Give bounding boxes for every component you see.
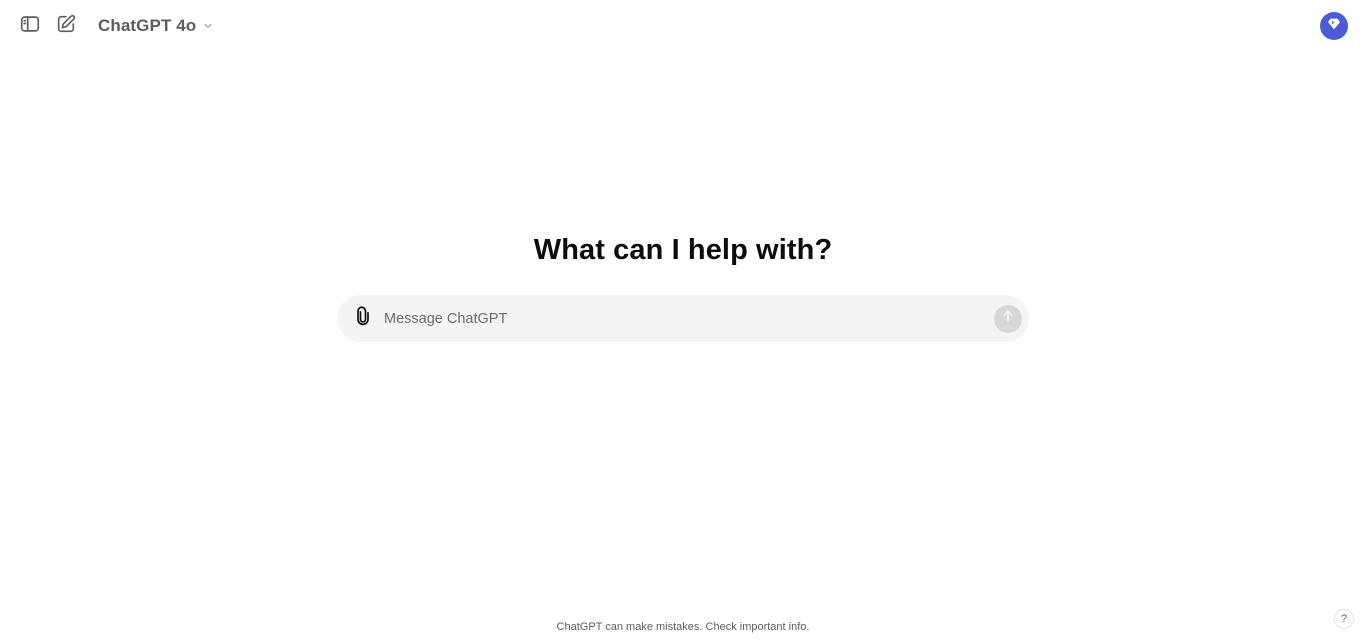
- message-input[interactable]: [384, 303, 994, 334]
- model-switcher[interactable]: ChatGPT 4o: [92, 8, 220, 44]
- attach-button[interactable]: [351, 306, 375, 331]
- chevron-down-icon: [202, 20, 214, 32]
- arrow-up-icon: [1000, 308, 1016, 329]
- send-button[interactable]: [994, 304, 1022, 333]
- chatgpt-app: ChatGPT 4o What can I help with? Message…: [0, 0, 1366, 641]
- page-title: What can I help with?: [533, 234, 833, 266]
- message-composer: [337, 295, 1029, 342]
- disclaimer-text: ChatGPT can make mistakes. Check importa…: [556, 621, 810, 633]
- paperclip-icon: [353, 306, 373, 331]
- sidebar-toggle-icon: [19, 13, 41, 40]
- top-bar: ChatGPT 4o: [0, 0, 1366, 52]
- help-label: ?: [1340, 613, 1348, 625]
- diamond-icon: [1326, 16, 1342, 37]
- sidebar-toggle-button[interactable]: [14, 10, 46, 42]
- new-chat-icon: [55, 13, 77, 40]
- help-button[interactable]: ?: [1334, 609, 1354, 629]
- model-name: ChatGPT 4o: [98, 16, 197, 35]
- new-chat-button[interactable]: [50, 10, 82, 42]
- upgrade-button[interactable]: [1320, 12, 1348, 40]
